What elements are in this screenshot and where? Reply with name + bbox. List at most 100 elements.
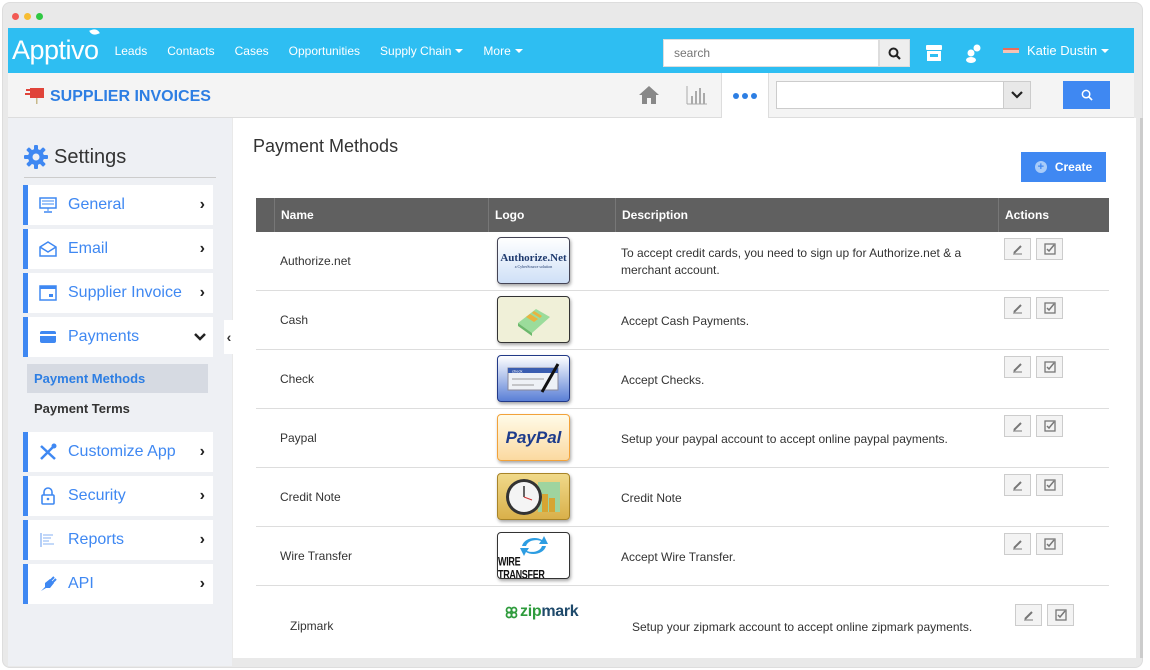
sidebar-item-reports[interactable]: Reports ›	[23, 520, 213, 560]
close-window-button[interactable]	[12, 13, 19, 20]
divider	[24, 177, 216, 178]
table-row: Credit Note Credit Note	[256, 468, 1109, 527]
nav-contacts[interactable]: Contacts	[167, 44, 214, 58]
row-actions	[1004, 297, 1063, 319]
column-header-logo[interactable]: Logo	[488, 198, 615, 232]
cash-icon	[517, 308, 550, 336]
minimize-window-button[interactable]	[24, 13, 31, 20]
sidebar-item-label: Payments	[68, 328, 140, 345]
method-description: Setup your zipmark account to accept onl…	[632, 620, 973, 634]
nav-leads[interactable]: Leads	[115, 44, 148, 58]
caret-down-icon	[455, 49, 464, 54]
settings-sidebar: Settings General › Email › Supplier Invo…	[8, 118, 232, 666]
column-header-name[interactable]: Name	[274, 198, 488, 232]
checkbox-icon	[1043, 420, 1056, 432]
edit-button[interactable]	[1004, 474, 1031, 496]
supplier-invoice-icon	[25, 88, 44, 104]
more-options-tab[interactable]	[721, 73, 769, 118]
nav-cases[interactable]: Cases	[235, 44, 269, 58]
sidebar-item-label: Supplier Invoice	[68, 284, 182, 301]
sidebar-item-label: Security	[68, 487, 126, 504]
header-spacer	[256, 198, 274, 232]
apptivo-logo[interactable]: Apptivo	[12, 27, 100, 66]
authorize-net-logo: Authorize.Net a CyberSource solution	[497, 237, 570, 284]
table-row: Cash Accept Cash Payments.	[256, 291, 1109, 350]
search-icon	[1081, 89, 1093, 101]
dot	[751, 92, 757, 99]
lock-icon	[41, 487, 55, 505]
toggle-enable-button[interactable]	[1036, 297, 1063, 319]
method-description: Accept Checks.	[621, 373, 705, 387]
chevron-right-icon: ›	[199, 575, 205, 592]
reports-icon	[40, 533, 54, 547]
sidebar-item-label: General	[68, 196, 125, 213]
nav-opportunities[interactable]: Opportunities	[289, 44, 360, 58]
edit-button[interactable]	[1004, 238, 1031, 260]
app-search-dropdown[interactable]	[1003, 82, 1030, 108]
toggle-enable-button[interactable]	[1036, 356, 1063, 378]
title-bar	[3, 3, 1142, 31]
method-name: Zipmark	[290, 619, 334, 633]
sidebar-item-email[interactable]: Email ›	[23, 229, 213, 269]
credit-card-icon	[40, 331, 56, 343]
sidebar-subitem-payment-methods[interactable]: Payment Methods	[27, 364, 208, 393]
edit-button[interactable]	[1015, 604, 1042, 626]
toggle-enable-button[interactable]	[1036, 474, 1063, 496]
sidebar-item-customize-app[interactable]: Customize App ›	[23, 432, 213, 472]
maximize-window-button[interactable]	[36, 13, 43, 20]
checkbox-icon	[1054, 609, 1067, 621]
chevron-right-icon: ›	[199, 240, 205, 257]
store-icon[interactable]	[925, 44, 943, 62]
dot	[742, 92, 748, 99]
table-header: Name Logo Description Actions	[256, 198, 1109, 232]
checkbox-icon	[1043, 302, 1056, 314]
toggle-enable-button[interactable]	[1036, 415, 1063, 437]
app-subheader: SUPPLIER INVOICES	[8, 73, 1134, 118]
home-icon[interactable]	[638, 85, 660, 105]
column-header-description[interactable]: Description	[615, 198, 998, 232]
sidebar-subitem-payment-terms[interactable]: Payment Terms	[27, 394, 208, 423]
edit-button[interactable]	[1004, 533, 1031, 555]
create-button[interactable]: + Create	[1021, 152, 1106, 182]
sidebar-item-label: Reports	[68, 531, 125, 548]
global-search-button[interactable]	[879, 39, 910, 67]
table-row: Check check Accept Checks.	[256, 350, 1109, 409]
envelope-icon	[39, 241, 57, 257]
zipmark-logo: zipmark	[505, 603, 579, 621]
app-search-field[interactable]	[777, 82, 1003, 108]
app-search-button[interactable]	[1063, 81, 1110, 109]
method-name: Cash	[280, 313, 309, 327]
sidebar-item-general[interactable]: General ›	[23, 185, 213, 225]
sidebar-item-api[interactable]: API ›	[23, 564, 213, 604]
method-name: Credit Note	[280, 490, 341, 504]
global-search-input[interactable]	[663, 39, 880, 67]
nav-more-label: More	[483, 43, 511, 58]
sidebar-item-payments[interactable]: Payments	[23, 317, 213, 357]
zipmark-text-mark: mark	[541, 603, 579, 620]
page-scrollbar[interactable]	[1140, 118, 1143, 658]
edit-button[interactable]	[1004, 415, 1031, 437]
sidebar-item-supplier-invoice[interactable]: Supplier Invoice ›	[23, 273, 213, 313]
edit-button[interactable]	[1004, 297, 1031, 319]
dot	[733, 92, 739, 99]
caret-down-icon	[514, 49, 523, 54]
toggle-enable-button[interactable]	[1036, 533, 1063, 555]
people-icon[interactable]	[964, 43, 982, 63]
toggle-enable-button[interactable]	[1036, 238, 1063, 260]
row-actions	[1004, 238, 1063, 260]
method-description: To accept credit cards, you need to sign…	[621, 246, 962, 277]
user-menu[interactable]: Katie Dustin	[1003, 43, 1110, 58]
nav-supply-chain[interactable]: Supply Chain	[380, 44, 464, 58]
app-title: SUPPLIER INVOICES	[50, 88, 211, 105]
sidebar-item-security[interactable]: Security ›	[23, 476, 213, 516]
logo-text: Authorize.Net	[500, 252, 567, 264]
credit-note-logo	[497, 473, 570, 520]
app-search-select[interactable]	[776, 81, 1031, 109]
row-actions	[1004, 474, 1063, 496]
collapse-sidebar-button[interactable]: ‹	[224, 320, 234, 354]
edit-button[interactable]	[1004, 356, 1031, 378]
analytics-icon[interactable]	[686, 85, 708, 105]
toggle-enable-button[interactable]	[1047, 604, 1074, 626]
nav-more[interactable]: More	[483, 43, 523, 58]
chevron-right-icon: ›	[199, 196, 205, 213]
